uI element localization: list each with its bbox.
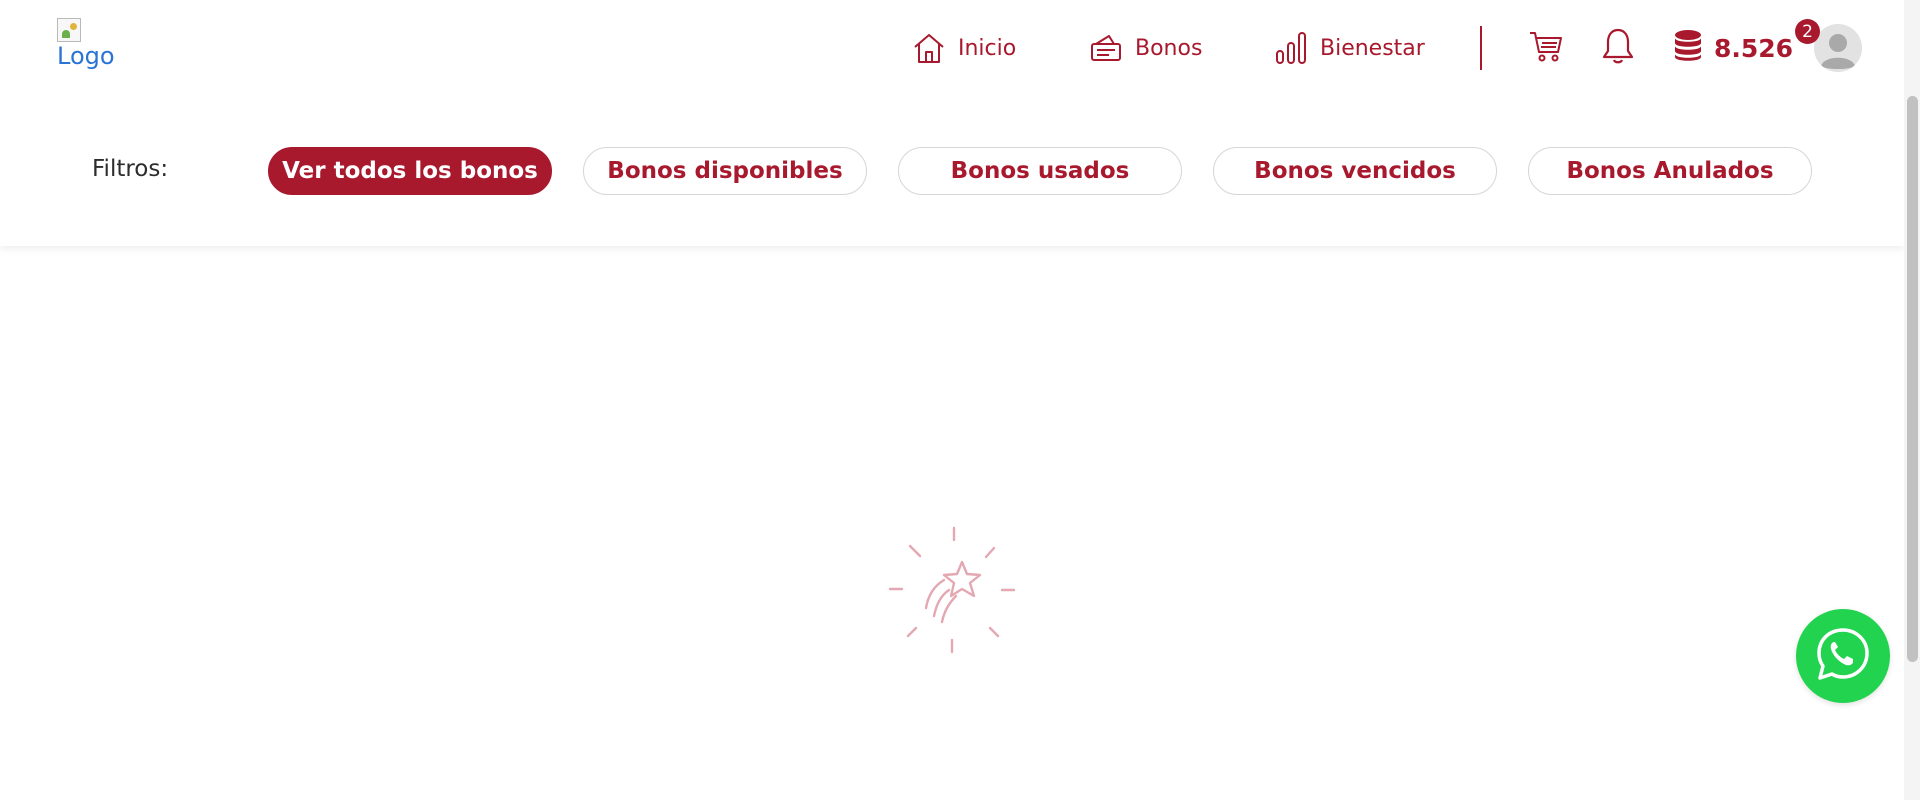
whatsapp-button[interactable] — [1796, 609, 1890, 703]
logo-alt-text: Logo — [57, 42, 115, 70]
points-balance[interactable]: 8.526 — [1672, 26, 1793, 70]
coins-icon — [1672, 29, 1704, 68]
nav-label: Inicio — [958, 35, 1017, 61]
loading-spinner — [886, 524, 1022, 660]
scrollbar-thumb[interactable] — [1907, 96, 1918, 662]
filter-chip-disponibles[interactable]: Bonos disponibles — [583, 147, 867, 195]
user-avatar[interactable] — [1814, 24, 1862, 72]
filter-chip-usados[interactable]: Bonos usados — [898, 147, 1182, 195]
broken-image-icon — [57, 18, 81, 42]
filter-chip-vencidos[interactable]: Bonos vencidos — [1213, 147, 1497, 195]
notification-badge: 2 — [1795, 19, 1820, 44]
cart-icon — [1528, 29, 1564, 68]
bell-icon — [1601, 27, 1635, 70]
notifications-button[interactable] — [1598, 28, 1638, 68]
vertical-scrollbar[interactable] — [1904, 0, 1920, 800]
filter-chip-anulados[interactable]: Bonos Anulados — [1528, 147, 1812, 195]
nav-item-bonos[interactable]: Bonos — [1089, 28, 1202, 68]
nav-label: Bonos — [1135, 35, 1203, 61]
nav-item-bienestar[interactable]: Bienestar — [1274, 28, 1425, 68]
page: Logo Inicio Bonos Bienestar 8.526 2 Filt… — [0, 0, 1920, 800]
nav-label: Bienestar — [1320, 35, 1425, 61]
nav-divider — [1480, 26, 1482, 70]
user-avatar-icon — [1814, 24, 1862, 72]
nav-item-inicio[interactable]: Inicio — [912, 28, 1016, 68]
bar-chart-icon — [1274, 30, 1308, 66]
shooting-star-icon — [886, 526, 1022, 664]
filter-chip-todos[interactable]: Ver todos los bonos — [268, 147, 552, 195]
ticket-icon — [1089, 31, 1123, 65]
points-value: 8.526 — [1714, 33, 1794, 63]
filters-label: Filtros: — [92, 156, 169, 182]
home-icon — [912, 31, 946, 65]
whatsapp-icon — [1814, 625, 1872, 688]
cart-button[interactable] — [1526, 28, 1566, 68]
header: Logo Inicio Bonos Bienestar 8.526 2 Filt… — [0, 0, 1904, 246]
logo[interactable]: Logo — [57, 18, 115, 70]
